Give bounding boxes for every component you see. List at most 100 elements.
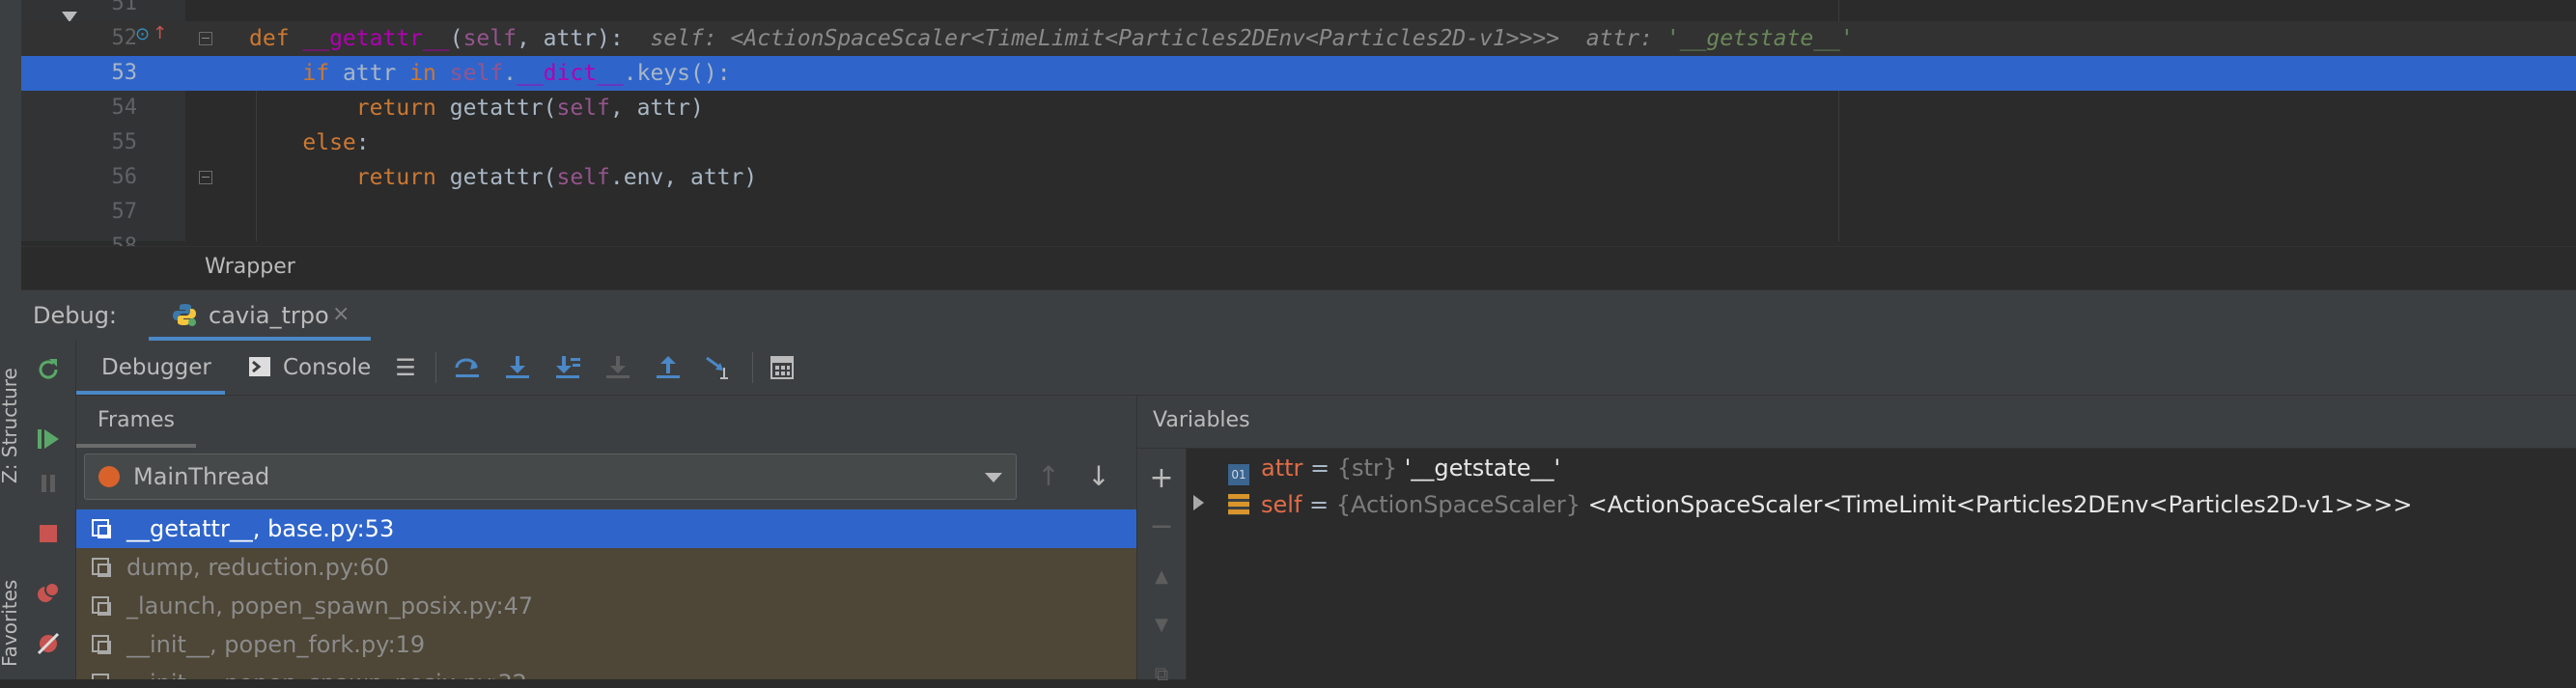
line-number[interactable]: 56 xyxy=(89,160,138,195)
line-number[interactable]: 52 xyxy=(89,21,138,56)
fold-marker-icon[interactable] xyxy=(199,171,212,184)
fold-marker-icon[interactable] xyxy=(199,32,212,45)
rerun-icon[interactable] xyxy=(35,356,62,383)
code-line[interactable]: 53 if attr in self.__dict__.keys(): xyxy=(21,56,2576,91)
code-text: return getattr(self, attr) xyxy=(249,96,704,121)
copy-icon[interactable]: ⧉ xyxy=(1147,659,1176,688)
variable-equals: = xyxy=(1302,454,1337,482)
move-down-icon[interactable]: ▼ xyxy=(1147,611,1176,640)
code-line[interactable]: 55 else: xyxy=(21,125,2576,160)
line-number[interactable]: 51 xyxy=(89,0,138,21)
override-up-arrow-icon[interactable]: ↑ xyxy=(153,23,167,43)
frame-icon xyxy=(92,519,111,538)
add-watch-icon[interactable]: + xyxy=(1147,464,1176,493)
force-step-into-icon[interactable] xyxy=(603,354,632,381)
step-into-my-code-icon[interactable] xyxy=(553,354,582,381)
line-number[interactable]: 57 xyxy=(89,195,138,230)
pause-icon[interactable] xyxy=(35,470,62,497)
overrides-icon[interactable]: ⊙ xyxy=(135,26,153,43)
expand-arrow-icon[interactable] xyxy=(1193,495,1204,510)
variables-tab[interactable]: Variables xyxy=(1153,396,1250,448)
frames-tab-label: Frames xyxy=(98,408,176,432)
frame-row[interactable]: __getattr__, base.py:53 xyxy=(76,509,1136,548)
frames-list[interactable]: __getattr__, base.py:53 dump, reduction.… xyxy=(76,509,1136,679)
frame-icon xyxy=(92,596,111,616)
run-config-name: cavia_trpo xyxy=(209,302,329,329)
run-config-tab[interactable]: cavia_trpo × xyxy=(149,290,371,341)
frame-row[interactable]: __init__, popen_fork.py:19 xyxy=(76,625,1136,664)
frame-label: __init__, popen_fork.py:19 xyxy=(126,631,426,658)
variable-equals: = xyxy=(1302,491,1336,518)
frame-label: __getattr__, base.py:53 xyxy=(126,515,395,542)
code-line[interactable]: 57 xyxy=(21,195,2576,230)
favorites-tool-tab[interactable]: Favorites xyxy=(0,580,21,667)
line-number[interactable]: 54 xyxy=(89,91,138,125)
frame-row[interactable]: dump, reduction.py:60 xyxy=(76,548,1136,587)
line-number[interactable]: 53 xyxy=(89,56,138,91)
code-line[interactable]: 51 xyxy=(21,0,2576,21)
debug-actions-strip xyxy=(21,341,76,679)
frames-tab[interactable]: Frames xyxy=(76,396,197,448)
restore-layout-icon[interactable]: ☰ xyxy=(391,354,420,381)
breadcrumb-bar: Wrapper xyxy=(21,246,2576,290)
remove-watch-icon[interactable]: − xyxy=(1147,512,1176,541)
evaluate-expression-icon[interactable] xyxy=(768,354,797,381)
structure-tool-tab[interactable]: Z: Structure xyxy=(0,368,21,483)
stop-icon[interactable] xyxy=(35,520,62,547)
previous-frame-arrow-icon[interactable]: ↑ xyxy=(1034,457,1063,496)
console-icon xyxy=(249,357,270,376)
step-over-icon[interactable] xyxy=(453,354,482,381)
tab-debugger[interactable]: Debugger xyxy=(76,341,225,395)
move-up-icon[interactable]: ▲ xyxy=(1147,563,1176,592)
frame-label: _launch, popen_spawn_posix.py:47 xyxy=(126,592,534,619)
step-into-icon[interactable] xyxy=(503,354,532,381)
toolbar-separator xyxy=(752,352,753,383)
code-text: if attr in self.__dict__.keys(): xyxy=(249,61,731,86)
chevron-down-icon xyxy=(985,473,1002,482)
frame-label: __init__, popen_spawn_posix.py:32 xyxy=(126,664,527,679)
debug-tool-window-header: Debug: cavia_trpo × xyxy=(21,289,2576,342)
code-text: else: xyxy=(249,130,370,155)
frame-label: dump, reduction.py:60 xyxy=(126,554,389,581)
toolbar-separator xyxy=(435,352,436,383)
tool-window-strip: Z: Structure Favorites xyxy=(0,0,22,679)
thread-name: MainThread xyxy=(133,463,270,490)
run-to-cursor-icon[interactable] xyxy=(704,354,733,381)
view-breakpoints-icon[interactable] xyxy=(35,580,62,607)
tab-console[interactable]: Console xyxy=(248,341,393,395)
variable-type: {ActionSpaceScaler} xyxy=(1335,491,1588,518)
variable-name: self xyxy=(1261,491,1302,518)
thread-status-icon xyxy=(98,466,120,487)
debug-title: Debug: xyxy=(33,302,118,329)
breadcrumb-class[interactable]: Wrapper xyxy=(205,255,295,279)
object-icon xyxy=(1228,494,1249,515)
next-frame-arrow-icon[interactable]: ↓ xyxy=(1084,457,1113,496)
code-line[interactable]: 52 def __getattr__(self, attr): self: <Ac… xyxy=(21,21,2576,56)
variables-header: Variables xyxy=(1137,396,2576,449)
frame-icon xyxy=(92,635,111,654)
line-number[interactable]: 55 xyxy=(89,125,138,160)
variable-value: '__getstate__' xyxy=(1404,454,1561,482)
code-text: return getattr(self.env, attr) xyxy=(249,165,758,190)
frame-row[interactable]: _launch, popen_spawn_posix.py:47 xyxy=(76,587,1136,625)
thread-selector[interactable]: MainThread xyxy=(84,454,1017,500)
variable-name: attr xyxy=(1261,454,1303,482)
variables-pane: Variables + − ▲ ▼ ⧉ 01 attr = {str} '__ge… xyxy=(1137,396,2576,685)
code-line[interactable]: 56 return getattr(self.env, attr) xyxy=(21,160,2576,195)
code-line[interactable]: 54 return getattr(self, attr) xyxy=(21,91,2576,125)
frame-icon xyxy=(92,558,111,577)
str-icon: 01 xyxy=(1228,464,1249,485)
close-tab-icon[interactable]: × xyxy=(332,302,350,326)
frame-row[interactable]: __init__, popen_spawn_posix.py:32 xyxy=(76,664,1136,679)
resume-icon[interactable] xyxy=(35,426,62,453)
variable-row[interactable]: self = {ActionSpaceScaler} <ActionSpaceS… xyxy=(1228,486,2412,523)
tab-console-label: Console xyxy=(283,355,372,380)
step-out-icon[interactable] xyxy=(654,354,683,381)
frames-pane: Frames MainThread ↑ ↓ __getattr__, base.… xyxy=(76,396,1137,679)
variables-actions-strip: + − ▲ ▼ ⧉ xyxy=(1137,449,1187,685)
variable-row[interactable]: 01 attr = {str} '__getstate__' xyxy=(1228,450,1560,486)
tab-debugger-label: Debugger xyxy=(101,355,211,380)
variable-type: {str} xyxy=(1336,454,1405,482)
mute-breakpoints-icon[interactable] xyxy=(35,630,62,657)
python-icon xyxy=(173,304,196,326)
